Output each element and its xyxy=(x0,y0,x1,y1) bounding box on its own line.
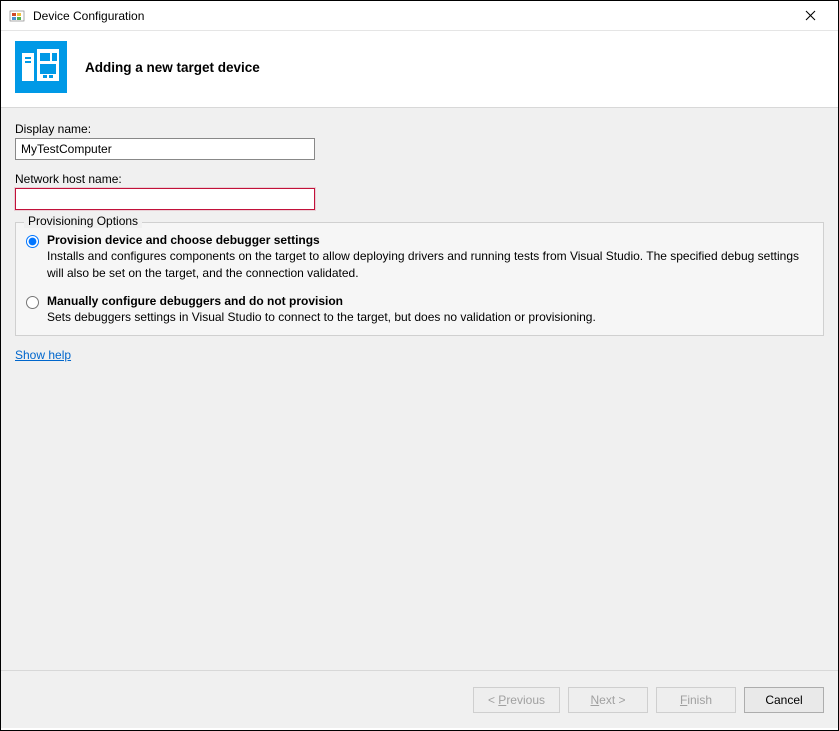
provision-label-manual[interactable]: Manually configure debuggers and do not … xyxy=(47,294,343,308)
display-name-group: Display name: xyxy=(15,122,824,160)
provision-desc-auto: Installs and configures components on th… xyxy=(47,248,813,282)
provision-radio-manual[interactable] xyxy=(26,296,39,309)
window-title: Device Configuration xyxy=(33,9,790,23)
content-area: Display name: Network host name: Provisi… xyxy=(1,107,838,670)
next-button[interactable]: Next > xyxy=(568,687,648,713)
provision-option-auto: Provision device and choose debugger set… xyxy=(26,233,813,282)
app-icon xyxy=(9,8,25,24)
host-name-label: Network host name: xyxy=(15,172,824,186)
device-icon xyxy=(15,41,67,93)
wizard-footer: < Previous Next > Finish Cancel xyxy=(1,670,838,728)
previous-button[interactable]: < Previous xyxy=(473,687,560,713)
close-icon xyxy=(805,10,816,21)
provision-label-auto[interactable]: Provision device and choose debugger set… xyxy=(47,233,320,247)
provisioning-fieldset: Provisioning Options Provision device an… xyxy=(15,222,824,336)
close-button[interactable] xyxy=(790,2,830,30)
provisioning-legend: Provisioning Options xyxy=(24,214,142,228)
display-name-input[interactable] xyxy=(15,138,315,160)
provision-radio-auto[interactable] xyxy=(26,235,39,248)
titlebar: Device Configuration xyxy=(1,1,838,31)
page-title: Adding a new target device xyxy=(85,60,260,75)
cancel-button[interactable]: Cancel xyxy=(744,687,824,713)
host-name-group: Network host name: xyxy=(15,172,824,210)
wizard-header: Adding a new target device xyxy=(1,31,838,107)
show-help-link[interactable]: Show help xyxy=(15,348,71,362)
provision-option-manual: Manually configure debuggers and do not … xyxy=(26,294,813,326)
host-name-input[interactable] xyxy=(15,188,315,210)
finish-button[interactable]: Finish xyxy=(656,687,736,713)
display-name-label: Display name: xyxy=(15,122,824,136)
provision-desc-manual: Sets debuggers settings in Visual Studio… xyxy=(47,309,813,326)
